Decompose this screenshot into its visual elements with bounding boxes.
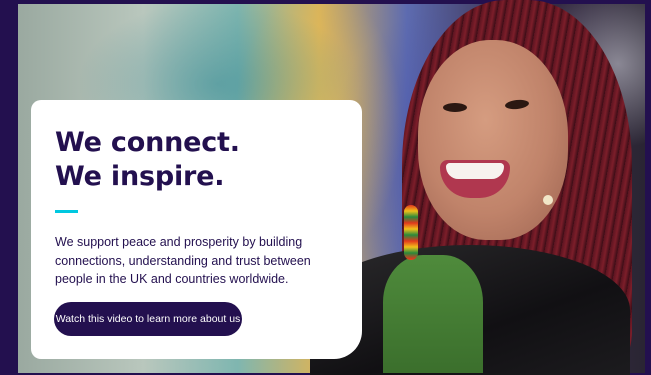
hero-photo-eye-left bbox=[443, 103, 467, 112]
headline-accent-rule bbox=[55, 210, 78, 213]
hero-photo-sweater bbox=[383, 255, 483, 373]
hero-photo-face bbox=[418, 40, 568, 240]
hero-headline: We connect. We inspire. bbox=[55, 127, 240, 192]
hero-description: We support peace and prosperity by build… bbox=[55, 235, 311, 286]
page-frame: We connect. We inspire. We support peace… bbox=[0, 0, 651, 375]
watch-video-button[interactable]: Watch this video to learn more about us bbox=[54, 302, 242, 336]
hero-photo-earring bbox=[404, 205, 418, 260]
hero-photo-earring-right bbox=[543, 195, 553, 205]
hero-photo-teeth bbox=[446, 163, 504, 179]
